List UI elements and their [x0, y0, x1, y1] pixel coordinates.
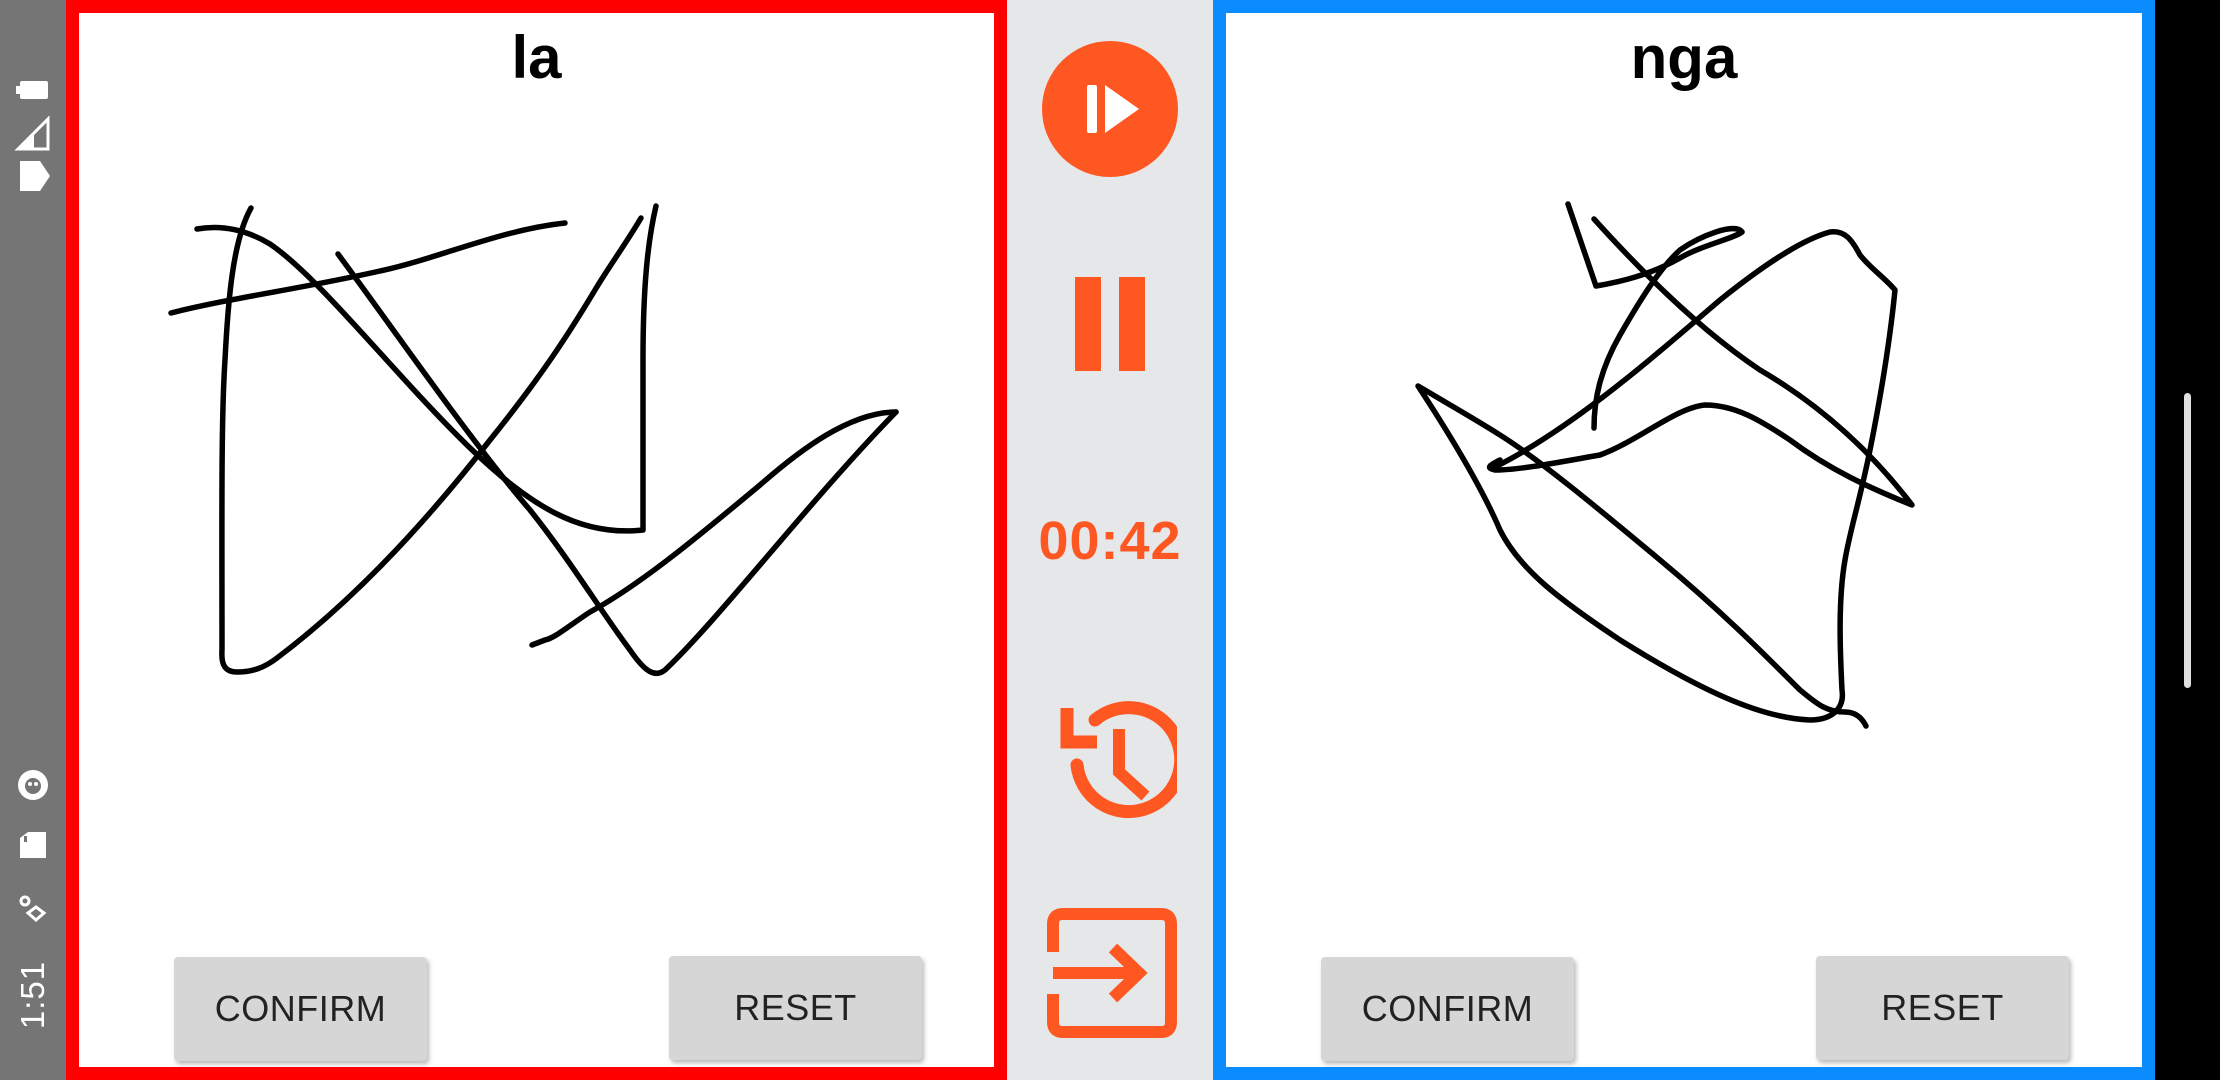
right-reset-button[interactable]: RESET	[1816, 956, 2069, 1060]
wifi-icon	[20, 161, 50, 191]
right-drawing-canvas[interactable]	[1226, 13, 2142, 1067]
center-controls: 00:42	[1007, 0, 1213, 1080]
navigation-strip	[2155, 0, 2220, 1080]
right-drawing-panel[interactable]: nga CONFIRM RESET	[1213, 0, 2155, 1080]
pause-icon[interactable]	[1067, 275, 1153, 373]
left-stroke	[194, 203, 659, 534]
elapsed-timer: 00:42	[1038, 511, 1182, 571]
exit-icon[interactable]	[1047, 908, 1177, 1038]
left-drawing-canvas[interactable]	[79, 13, 994, 1067]
signal-icon	[14, 115, 50, 151]
nav-handle[interactable]	[2184, 393, 2191, 688]
left-confirm-button[interactable]: CONFIRM	[174, 957, 427, 1061]
right-confirm-button[interactable]: CONFIRM	[1321, 957, 1574, 1061]
play-next-icon[interactable]	[1041, 40, 1179, 178]
status-clock: 1:51	[14, 960, 51, 1030]
right-stroke	[1486, 216, 1915, 508]
left-drawing-panel[interactable]: la CONFIRM RESET	[66, 0, 1007, 1080]
history-icon[interactable]	[1047, 690, 1177, 820]
right-stroke	[1415, 229, 1898, 729]
location-icon	[19, 895, 47, 922]
notification-icon	[18, 770, 48, 800]
left-stroke	[219, 205, 644, 675]
left-reset-button[interactable]: RESET	[669, 956, 922, 1060]
left-stroke	[529, 409, 899, 648]
right-stroke	[1565, 201, 1745, 431]
sd-card-icon	[20, 832, 46, 858]
battery-icon	[16, 81, 48, 99]
left-stroke	[335, 251, 899, 677]
status-bar: 1:51	[0, 0, 66, 1080]
